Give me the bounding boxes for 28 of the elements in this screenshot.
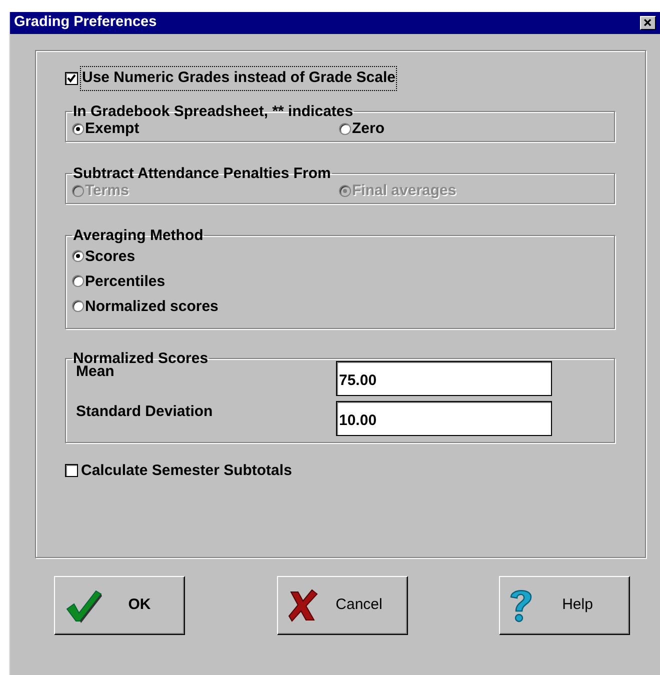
radio-label: Final averages	[352, 182, 456, 200]
radio-label: Percentiles	[85, 272, 166, 292]
checkbox-label: Use Numeric Grades instead of Grade Scale	[81, 67, 396, 90]
radio-button[interactable]	[339, 122, 351, 134]
radio-button[interactable]	[72, 300, 84, 312]
radio-label: Normalized scores	[85, 296, 218, 316]
help-button[interactable]: Help	[499, 576, 630, 635]
input-field[interactable]: 75.00	[336, 360, 552, 396]
radio-label: Terms	[85, 182, 129, 200]
cross-icon	[286, 588, 320, 624]
group-title: In Gradebook Spreadsheet, ** indicates	[72, 104, 354, 120]
input-field[interactable]: 10.00	[336, 400, 552, 436]
group-title: Subtract Attendance Penalties From	[72, 166, 332, 182]
radio-button[interactable]	[72, 275, 84, 287]
close-icon[interactable]	[640, 16, 656, 30]
window-title: Grading Preferences	[14, 13, 157, 32]
radio-button[interactable]	[72, 250, 84, 262]
radio-button[interactable]	[72, 122, 84, 134]
checkbox[interactable]	[65, 464, 78, 478]
checkbox-label: Calculate Semester Subtotals	[81, 460, 292, 480]
radio-label: Zero	[352, 120, 385, 138]
radio-label: Scores	[85, 246, 136, 266]
checkbox[interactable]	[65, 72, 78, 85]
ok-button[interactable]: OK	[54, 576, 185, 635]
cancel-button[interactable]: Cancel	[276, 576, 408, 635]
radio-label: Exempt	[85, 120, 140, 138]
field-label: Standard Deviation	[75, 402, 214, 422]
group-title: Averaging Method	[72, 228, 204, 244]
